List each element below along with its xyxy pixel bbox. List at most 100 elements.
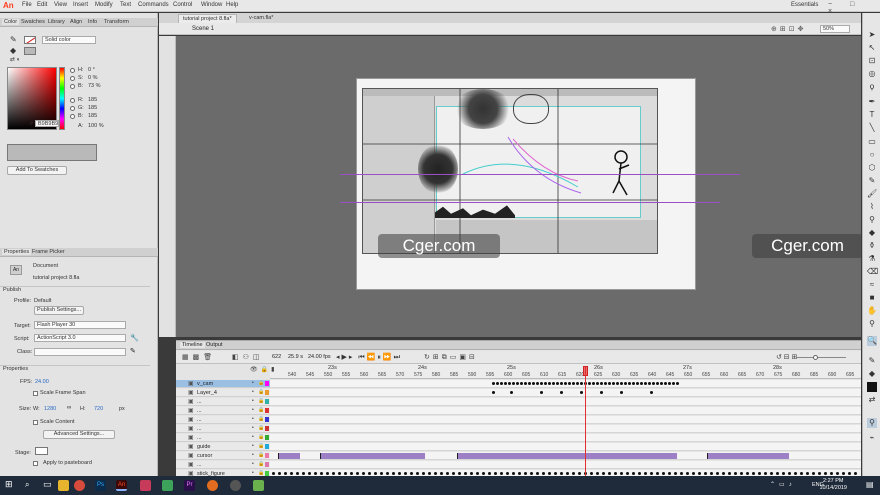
layer-visibility-dot[interactable]: •	[252, 461, 254, 467]
advanced-settings-button[interactable]: Advanced Settings...	[43, 430, 115, 439]
keyframe[interactable]	[272, 472, 275, 475]
lock-icon[interactable]: 🔒	[258, 434, 264, 440]
layer-visibility-dot[interactable]: •	[252, 416, 254, 422]
menu-insert[interactable]: Insert	[73, 2, 88, 8]
camera-tool-icon[interactable]: ■	[867, 293, 877, 303]
keyframe[interactable]	[636, 382, 639, 385]
keyframe[interactable]	[524, 382, 527, 385]
line-tool-icon[interactable]: ╲	[867, 123, 877, 133]
keyframe[interactable]	[572, 472, 575, 475]
keyframe[interactable]	[616, 382, 619, 385]
layer-color-swatch[interactable]	[265, 390, 269, 395]
keyframe[interactable]	[560, 382, 563, 385]
doc-tab-vcam[interactable]: v-cam.fla*	[245, 14, 277, 23]
tab-swatches[interactable]: Swatches	[21, 19, 45, 25]
keyframe[interactable]	[794, 472, 797, 475]
keyframe[interactable]	[520, 382, 523, 385]
saturation-radio[interactable]	[70, 76, 75, 81]
keyframe[interactable]	[374, 472, 377, 475]
keyframe[interactable]	[770, 472, 773, 475]
layer-color-swatch[interactable]	[265, 444, 269, 449]
keyframe[interactable]	[668, 472, 671, 475]
keyframe[interactable]	[842, 472, 845, 475]
keyframe[interactable]	[380, 472, 383, 475]
keyframe[interactable]	[640, 382, 643, 385]
stage-view-icons[interactable]: ⊕⊞⊡✥	[771, 25, 806, 33]
keyframe[interactable]	[676, 382, 679, 385]
firefox-icon[interactable]	[207, 480, 218, 491]
stage-artwork[interactable]	[362, 88, 658, 254]
keyframe[interactable]	[350, 472, 353, 475]
brightness-radio[interactable]	[70, 84, 75, 89]
keyframe[interactable]	[554, 472, 557, 475]
keyframe[interactable]	[662, 472, 665, 475]
keyframe[interactable]	[580, 382, 583, 385]
layer-visibility-dot[interactable]: •	[252, 398, 254, 404]
keyframe[interactable]	[428, 472, 431, 475]
script-select[interactable]: ActionScript 3.0	[34, 334, 126, 342]
keyframe[interactable]	[392, 472, 395, 475]
layer-row[interactable]: ▣... • 🔒	[176, 398, 270, 406]
keyframe[interactable]	[446, 472, 449, 475]
keyframe[interactable]	[650, 472, 653, 475]
selection-tool-icon[interactable]: ➤	[867, 30, 877, 40]
keyframe[interactable]	[482, 472, 485, 475]
keyframe[interactable]	[644, 472, 647, 475]
keyframe[interactable]	[488, 472, 491, 475]
layer-row[interactable]: ▣... • 🔒	[176, 416, 270, 424]
keyframe[interactable]	[752, 472, 755, 475]
class-input[interactable]	[34, 348, 126, 356]
lock-icon[interactable]: 🔒	[258, 416, 264, 422]
keyframe[interactable]	[624, 382, 627, 385]
doc-tab-tutorial[interactable]: tutorial project 8.fla*	[178, 14, 237, 23]
clock[interactable]: 2:27 PM 10/14/2019	[819, 478, 847, 492]
keyframe[interactable]	[652, 382, 655, 385]
keyframe[interactable]	[644, 382, 647, 385]
keyframe[interactable]	[626, 472, 629, 475]
keyframe[interactable]	[540, 391, 543, 394]
scene-label[interactable]: Scene 1	[192, 26, 214, 32]
eraser-tool-icon[interactable]: ⌫	[867, 267, 878, 277]
hex-input[interactable]: B9B9B9	[35, 120, 59, 127]
current-frame[interactable]: 622	[272, 354, 281, 360]
fill-bucket-icon[interactable]: ◆	[10, 46, 22, 55]
keyframe[interactable]	[530, 472, 533, 475]
keyframe[interactable]	[638, 472, 641, 475]
layer-color-swatch[interactable]	[265, 453, 269, 458]
free-transform-tool-icon[interactable]: ⊡	[867, 56, 877, 66]
pen-tool-icon[interactable]: ✒	[867, 97, 877, 107]
zoom-active-icon[interactable]: 🔍	[867, 336, 877, 346]
fill-color-swatch[interactable]	[24, 47, 36, 55]
layer-buttons[interactable]: ▦▩🗑	[182, 353, 216, 361]
start-icon[interactable]: ⊞	[5, 479, 13, 490]
keyframe[interactable]	[580, 391, 583, 394]
file-explorer-icon[interactable]	[58, 480, 69, 491]
scale-frame-span-checkbox[interactable]	[33, 391, 38, 396]
layer-visibility-dot[interactable]: •	[252, 434, 254, 440]
keyframe[interactable]	[576, 382, 579, 385]
keyframe[interactable]	[854, 472, 857, 475]
keyframe[interactable]	[320, 472, 323, 475]
tray-icons[interactable]: ⌃▭♪	[770, 481, 796, 488]
snap-icon[interactable]: ⚲	[867, 418, 877, 428]
smooth-icon[interactable]: ⌁	[867, 433, 877, 443]
keyframe[interactable]	[788, 472, 791, 475]
keyframe[interactable]	[496, 382, 499, 385]
layer-name[interactable]: ...	[197, 435, 202, 441]
keyframe[interactable]	[452, 472, 455, 475]
tab-library[interactable]: Library	[48, 19, 65, 25]
menu-file[interactable]: File	[22, 2, 32, 8]
keyframe[interactable]	[612, 382, 615, 385]
keyframe[interactable]	[680, 472, 683, 475]
keyframe[interactable]	[764, 472, 767, 475]
frame-row[interactable]	[270, 461, 861, 469]
keyframe[interactable]	[596, 472, 599, 475]
width-tool-icon[interactable]: ≈	[867, 280, 877, 290]
keyframe[interactable]	[536, 472, 539, 475]
scale-content-checkbox[interactable]	[33, 420, 38, 425]
layer-row[interactable]: ▣ cursor • 🔒	[176, 452, 270, 460]
keyframe[interactable]	[758, 472, 761, 475]
photoshop-icon[interactable]: Ps	[95, 480, 106, 491]
keyframe[interactable]	[506, 472, 509, 475]
saturation-value[interactable]: 0 %	[88, 75, 97, 81]
